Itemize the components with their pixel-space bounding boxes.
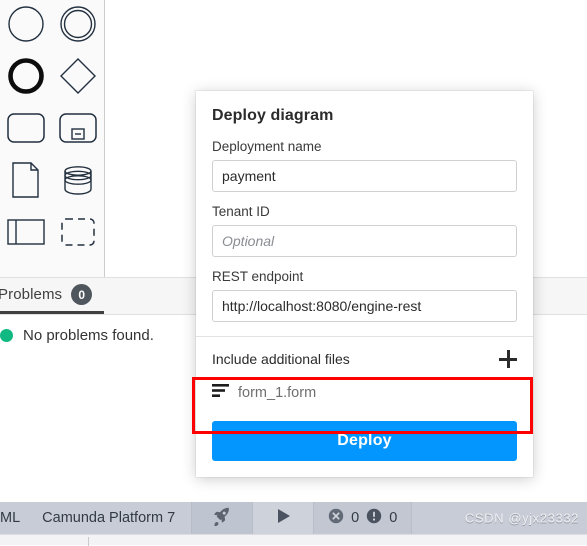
plus-icon[interactable] (499, 350, 517, 368)
status-bar-spacer: CSDN @yjx23332 (411, 502, 587, 534)
additional-files-header: Include additional files (212, 349, 517, 369)
additional-files-title: Include additional files (212, 351, 350, 367)
warning-circle-icon (366, 508, 382, 529)
problems-empty-message: No problems found. (23, 327, 154, 344)
error-count: 0 (351, 510, 360, 526)
tenant-id-input[interactable] (212, 225, 517, 257)
deploy-button[interactable]: Deploy (212, 421, 517, 461)
palette-item-data-store[interactable] (52, 154, 104, 206)
palette-item-subprocess[interactable] (52, 102, 104, 154)
rest-endpoint-label: REST endpoint (212, 269, 304, 284)
form-file-icon (212, 383, 229, 403)
success-dot-icon (0, 329, 13, 342)
rest-endpoint-input[interactable] (212, 290, 517, 322)
data-store-cylinder-icon (61, 163, 95, 197)
error-circle-icon (328, 508, 344, 529)
tab-problems[interactable]: Problems 0 (0, 278, 105, 314)
field-rest-endpoint: REST endpoint (212, 269, 517, 322)
window-bottom-edge (0, 534, 587, 546)
status-problem-counts[interactable]: 0 0 (313, 502, 412, 534)
palette-item-data-object[interactable] (0, 154, 52, 206)
subprocess-collapsed-icon (58, 112, 98, 144)
field-deployment-name: Deployment name (212, 139, 517, 192)
start-event-circle-icon (6, 4, 46, 44)
status-platform-label[interactable]: Camunda Platform 7 (30, 502, 191, 534)
data-object-icon (11, 161, 41, 199)
palette-item-group[interactable] (52, 206, 104, 258)
list-item[interactable]: form_1.form (212, 383, 517, 409)
problems-count-badge: 0 (71, 284, 93, 305)
status-deploy-button[interactable] (191, 502, 253, 534)
additional-file-name: form_1.form (238, 385, 317, 401)
deploy-dialog-title: Deploy diagram (212, 107, 334, 124)
deploy-dialog-form: Deploy diagram Deployment name Tenant ID… (196, 91, 533, 336)
participant-pool-icon (6, 218, 46, 246)
problems-tab-label: Problems (0, 286, 63, 303)
gateway-diamond-icon (58, 56, 98, 96)
intermediate-event-double-circle-icon (58, 4, 98, 44)
end-event-thick-circle-icon (6, 56, 46, 96)
status-run-button[interactable] (252, 502, 314, 534)
palette-item-intermediate-event[interactable] (52, 0, 104, 50)
deployment-name-input[interactable] (212, 160, 517, 192)
watermark-text: CSDN @yjx23332 (464, 510, 579, 526)
warning-count: 0 (389, 510, 398, 526)
palette-item-participant[interactable] (0, 206, 52, 258)
task-rounded-rect-icon (6, 112, 46, 144)
camunda-modeler-window: Problems 0 No problems found. Deploy dia… (0, 0, 587, 546)
status-xml-tab[interactable]: ML (0, 502, 30, 534)
rocket-icon (212, 506, 232, 530)
bpmn-element-palette[interactable] (0, 0, 105, 278)
bpmn-canvas[interactable]: Problems 0 No problems found. Deploy dia… (0, 0, 587, 503)
palette-item-gateway[interactable] (52, 50, 104, 102)
tenant-id-label: Tenant ID (212, 204, 270, 219)
palette-item-task[interactable] (0, 102, 52, 154)
deploy-button-container: Deploy (196, 409, 533, 477)
deployment-name-label: Deployment name (212, 139, 322, 154)
additional-files-section: Include additional files form_1.form (196, 337, 533, 409)
palette-item-end-event[interactable] (0, 50, 52, 102)
field-tenant-id: Tenant ID (212, 204, 517, 257)
palette-item-start-event[interactable] (0, 0, 52, 50)
status-bar: ML Camunda Platform 7 0 0 CSDN @yjx23332 (0, 502, 587, 534)
group-dashed-rect-icon (60, 217, 96, 247)
deploy-diagram-dialog: Deploy diagram Deployment name Tenant ID… (196, 91, 533, 477)
play-icon (274, 507, 292, 529)
